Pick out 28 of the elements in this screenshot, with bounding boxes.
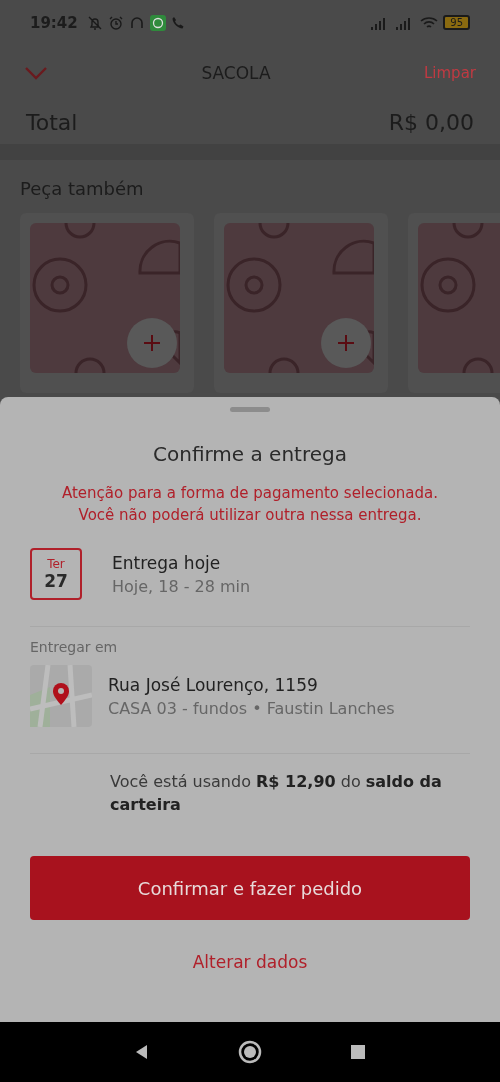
plus-icon <box>336 333 356 353</box>
clear-link[interactable]: Limpar <box>423 63 476 82</box>
delivery-time: Hoje, 18 - 28 min <box>112 576 251 596</box>
warning-text: Atenção para a forma de pagamento selecionada. Você não poderá utilizar outra nessa entrega. <box>60 483 440 526</box>
chat-app-icon <box>149 14 166 31</box>
sheet-title: Confirme a entrega <box>152 442 348 466</box>
wallet-balance-text: Você está usando R$ 12,90 do saldo da carteira <box>110 771 443 816</box>
plus-icon <box>142 333 162 353</box>
delivery-title: Entrega hoje <box>112 552 222 573</box>
address-street: Rua José Lourenço, 1159 <box>108 674 319 695</box>
drag-handle[interactable] <box>230 407 270 412</box>
address-label: Entregar em <box>30 639 119 655</box>
home-icon[interactable] <box>238 1040 262 1064</box>
phone-icon <box>170 15 185 30</box>
product-card[interactable] <box>20 213 194 393</box>
bell-off-icon <box>86 14 103 31</box>
back-icon[interactable] <box>134 1044 150 1060</box>
alarm-icon <box>107 14 124 31</box>
recents-icon[interactable] <box>350 1044 366 1060</box>
confirm-order-button[interactable]: Confirmar e fazer pedido <box>30 856 470 920</box>
product-card[interactable] <box>214 213 388 393</box>
weekday-label: Ter <box>47 557 65 571</box>
day-number: 27 <box>44 571 68 591</box>
change-details-link[interactable]: Alterar dados <box>192 952 308 972</box>
chevron-down-icon[interactable] <box>24 65 48 80</box>
wifi-icon <box>420 15 439 30</box>
battery-level: 95 <box>443 15 470 30</box>
address-details: CASA 03 - fundos • Faustin Lanches <box>108 698 395 718</box>
